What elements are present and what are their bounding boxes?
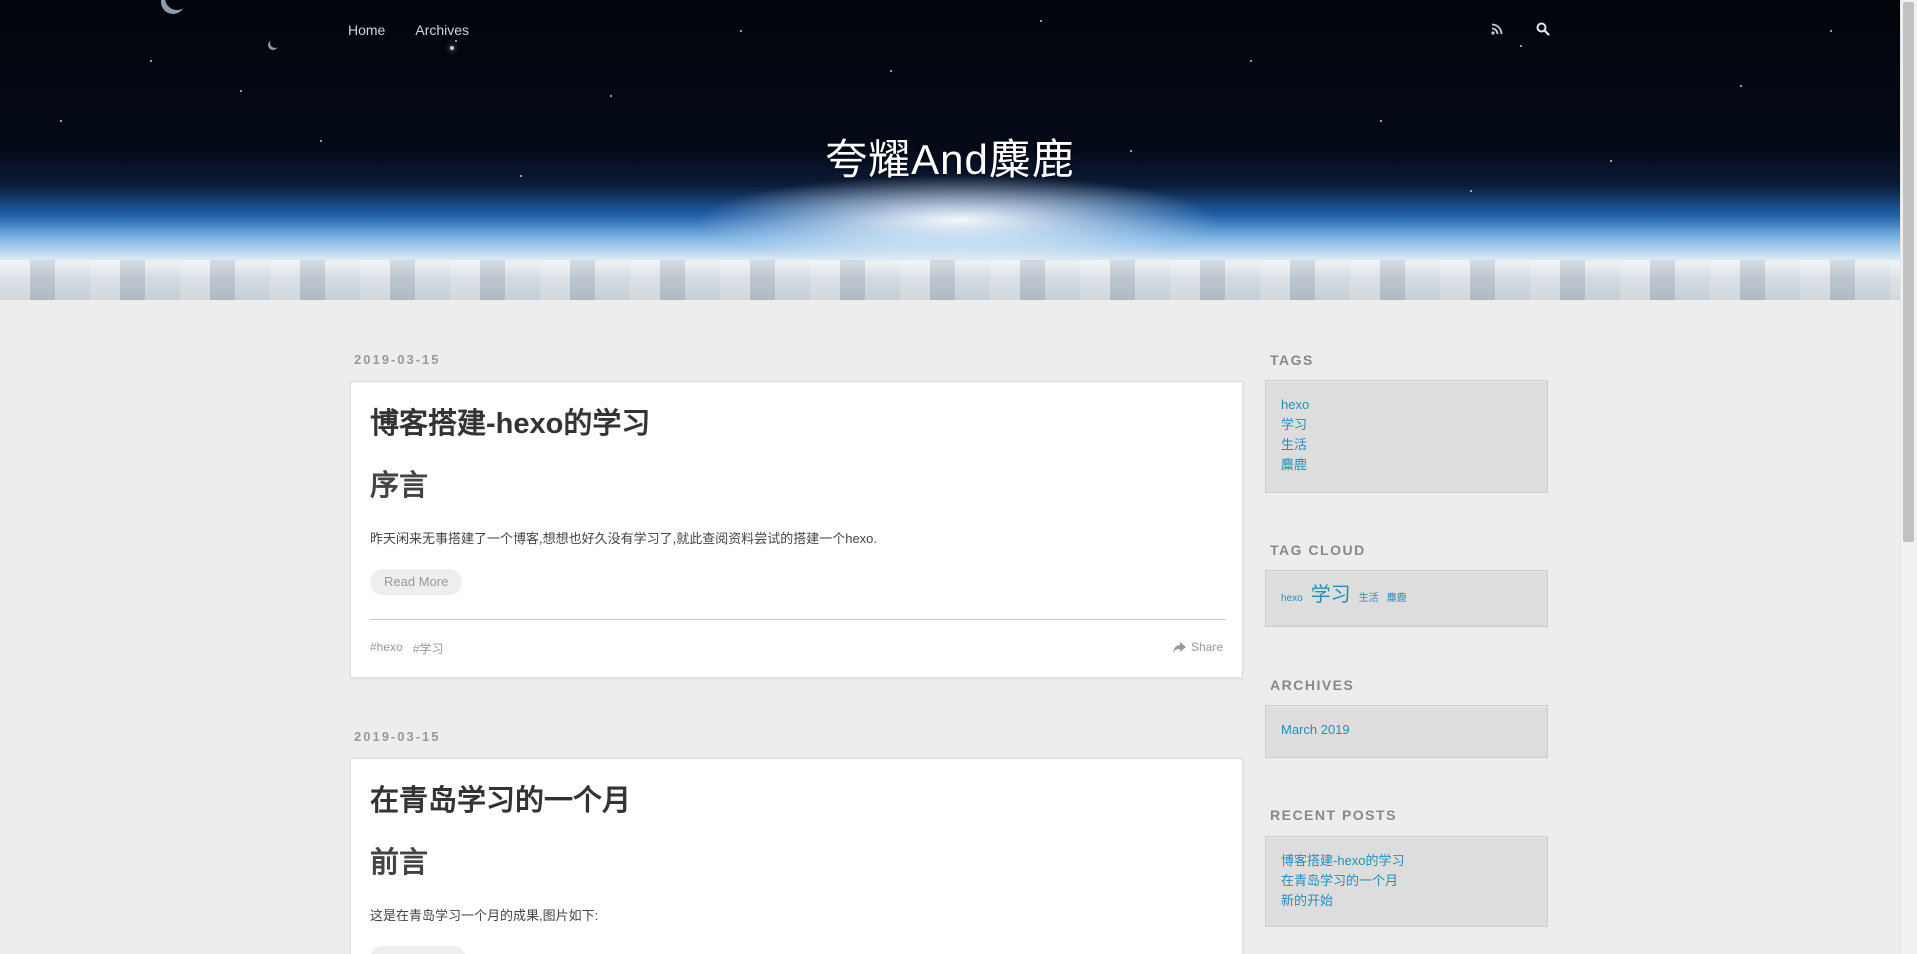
article-heading: 前言	[370, 847, 429, 879]
main-nav: Home Archives	[348, 22, 469, 38]
rss-icon[interactable]	[1488, 20, 1506, 38]
article-tags: #hexo #学习	[370, 640, 443, 657]
article-title[interactable]: 博客搭建-hexo的学习	[370, 400, 650, 442]
tags-widget-title: TAGS	[1270, 352, 1314, 368]
tag-link-xuexi[interactable]: #学习	[413, 640, 444, 657]
tag-cloud-widget-title: TAG CLOUD	[1270, 542, 1366, 558]
article-card: 博客搭建-hexo的学习 序言 昨天闲来无事搭建了一个博客,想想也好久没有学习了…	[350, 381, 1243, 678]
article-divider	[370, 619, 1226, 620]
recent-post-link[interactable]: 新的开始	[1281, 891, 1532, 911]
article-date[interactable]: 2019-03-15	[354, 729, 441, 744]
sidebar-tag-hexo[interactable]: hexo	[1281, 395, 1532, 415]
tag-cloud-widget: hexo 学习 生活 麋鹿	[1265, 570, 1548, 627]
recent-posts-widget: 博客搭建-hexo的学习 在青岛学习的一个月 新的开始	[1265, 836, 1548, 927]
scrollbar-thumb[interactable]	[1903, 2, 1914, 542]
nav-archives-link[interactable]: Archives	[415, 22, 469, 38]
tags-widget: hexo 学习 生活 麋鹿	[1265, 380, 1548, 493]
read-more-button[interactable]: Read More	[370, 569, 463, 595]
recent-posts-widget-title: RECENT POSTS	[1270, 807, 1397, 823]
archives-widget: March 2019	[1265, 705, 1548, 758]
article-excerpt: 这是在青岛学习一个月的成果,图片如下:	[370, 908, 599, 923]
site-title[interactable]: 夸耀And麋鹿	[0, 126, 1900, 187]
tag-cloud-hexo[interactable]: hexo	[1281, 594, 1303, 604]
tag-link-hexo[interactable]: #hexo	[370, 640, 403, 657]
article-heading: 序言	[370, 470, 429, 502]
archive-link-march-2019[interactable]: March 2019	[1281, 720, 1532, 740]
share-label: Share	[1190, 640, 1223, 654]
tag-cloud-xuexi[interactable]: 学习	[1311, 585, 1351, 605]
sidebar-tag-milu[interactable]: 麋鹿	[1281, 455, 1532, 475]
archives-widget-title: ARCHIVES	[1270, 677, 1355, 693]
tag-cloud-milu[interactable]: 麋鹿	[1387, 594, 1407, 604]
read-more-button[interactable]	[370, 946, 466, 954]
recent-post-link[interactable]: 博客搭建-hexo的学习	[1281, 851, 1532, 871]
share-button[interactable]: Share	[1172, 640, 1223, 654]
nav-icons	[1488, 20, 1552, 38]
sidebar-tag-shenghuo[interactable]: 生活	[1281, 435, 1532, 455]
article-title[interactable]: 在青岛学习的一个月	[370, 777, 631, 819]
article-card: 在青岛学习的一个月 前言 这是在青岛学习一个月的成果,图片如下:	[350, 758, 1243, 954]
search-icon[interactable]	[1534, 20, 1552, 38]
article-excerpt: 昨天闲来无事搭建了一个博客,想想也好久没有学习了,就此查阅资料尝试的搭建一个he…	[370, 531, 878, 546]
share-icon	[1172, 641, 1186, 653]
sidebar-tag-xuexi[interactable]: 学习	[1281, 415, 1532, 435]
recent-post-link[interactable]: 在青岛学习的一个月	[1281, 871, 1532, 891]
nav-home-link[interactable]: Home	[348, 22, 385, 38]
tag-cloud-shenghuo[interactable]: 生活	[1359, 594, 1379, 604]
article-date[interactable]: 2019-03-15	[354, 352, 441, 367]
